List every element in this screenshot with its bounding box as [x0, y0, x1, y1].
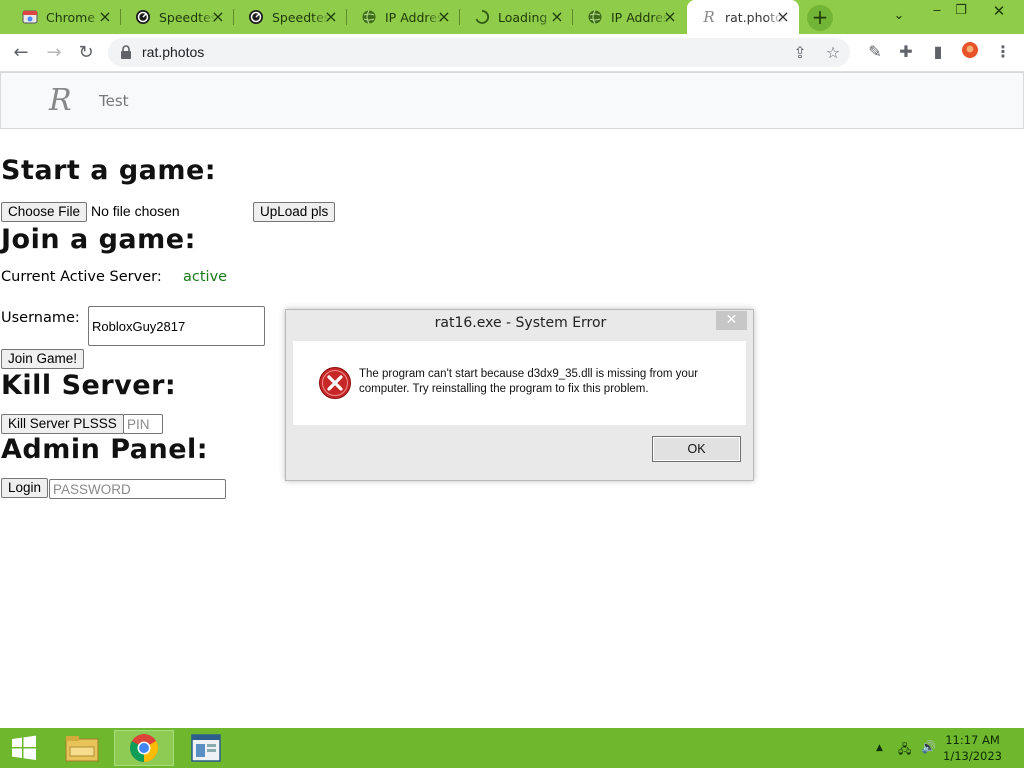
address-bar[interactable]: rat.photos ⇪ ☆: [108, 38, 850, 67]
password-input[interactable]: [49, 479, 226, 499]
kill-server-heading: Kill Server:: [1, 370, 177, 401]
dialog-title: rat16.exe - System Error: [434, 315, 607, 331]
extensions-puzzle-icon[interactable]: ✚: [895, 41, 917, 63]
speedtest-icon: [248, 9, 264, 25]
tab-loading[interactable]: Loading ×: [460, 0, 573, 34]
taskbar-chrome[interactable]: [114, 730, 174, 766]
bookmark-star-icon[interactable]: ☆: [824, 44, 842, 62]
username-input[interactable]: [88, 306, 265, 346]
system-error-dialog: rat16.exe - System Error ✕ The program c…: [285, 309, 754, 481]
tab-speedtest-1[interactable]: Speedtest ×: [121, 0, 234, 34]
share-icon[interactable]: ⇪: [791, 44, 809, 62]
clock-date: 1/13/2023: [943, 749, 1002, 763]
tab-title: Chrome: [46, 9, 96, 25]
site-logo[interactable]: R: [49, 83, 72, 118]
close-tab-icon[interactable]: ×: [436, 9, 452, 25]
username-label: Username:: [1, 310, 80, 326]
chrome-settings-icon: [22, 9, 38, 25]
start-button[interactable]: [0, 730, 48, 766]
tab-title: IP Address: [385, 9, 443, 25]
admin-panel-heading: Admin Panel:: [1, 434, 209, 465]
clock-time: 11:17 AM: [945, 733, 1000, 747]
tab-ip-address-1[interactable]: IP Address ×: [347, 0, 460, 34]
close-tab-icon[interactable]: ×: [549, 9, 565, 25]
dialog-message: The program can't start because d3dx9_35…: [359, 368, 699, 395]
server-label: Current Active Server:: [1, 269, 162, 285]
windows-logo-icon: [12, 735, 36, 760]
new-tab-button[interactable]: +: [807, 5, 833, 31]
upload-button[interactable]: UpLoad pls: [253, 202, 336, 222]
globe-icon: [361, 9, 377, 25]
forward-arrow-icon[interactable]: →: [42, 41, 66, 65]
show-hidden-icons-icon[interactable]: ▲: [876, 743, 883, 753]
close-tab-icon[interactable]: ×: [662, 9, 678, 25]
login-button[interactable]: Login: [1, 478, 49, 498]
join-game-heading: Join a game:: [1, 224, 196, 255]
globe-icon: [587, 9, 603, 25]
tab-chrome[interactable]: Chrome ×: [8, 0, 121, 34]
folder-icon: [65, 736, 99, 762]
system-clock[interactable]: 11:17 AM 1/13/2023: [943, 732, 1002, 764]
speedtest-icon: [135, 9, 151, 25]
browser-toolbar: ← → ↻ rat.photos ⇪ ☆ ✎ ✚ ▮ ⋮: [0, 34, 1024, 72]
eyedropper-icon[interactable]: ✎: [864, 41, 886, 63]
taskbar-app[interactable]: [176, 730, 236, 766]
taskbar-file-explorer[interactable]: [52, 730, 112, 766]
start-game-heading: Start a game:: [1, 155, 217, 186]
tab-title: Speedtest: [272, 9, 330, 25]
error-icon: [319, 367, 351, 399]
browser-tab-strip: Chrome × Speedtest × Speedtest × IP Addr…: [0, 0, 1024, 34]
close-window-icon[interactable]: ✕: [984, 0, 1014, 24]
profile-avatar-icon[interactable]: [959, 41, 981, 63]
site-navbar: R Test: [0, 72, 1024, 129]
close-tab-icon[interactable]: ×: [775, 9, 791, 25]
server-status-text: active: [183, 269, 228, 285]
tab-ip-address-2[interactable]: IP Address ×: [573, 0, 686, 34]
tab-search-chevron-icon[interactable]: ⌄: [884, 5, 914, 29]
tab-title: Speedtest: [159, 9, 217, 25]
dialog-body: The program can't start because d3dx9_35…: [293, 341, 746, 425]
nav-link-test[interactable]: Test: [99, 92, 129, 110]
side-panel-icon[interactable]: ▮: [927, 41, 949, 63]
ok-button[interactable]: OK: [652, 436, 741, 462]
back-arrow-icon[interactable]: ←: [9, 41, 33, 65]
lock-icon[interactable]: [120, 45, 132, 59]
reload-icon[interactable]: ↻: [74, 41, 98, 65]
chrome-menu-icon[interactable]: ⋮: [992, 41, 1014, 63]
restore-window-icon[interactable]: ❐: [946, 0, 976, 24]
url-text[interactable]: rat.photos: [142, 44, 204, 60]
windows-taskbar: ▲ 🖧 🔊 11:17 AM 1/13/2023: [0, 728, 1024, 768]
close-tab-icon[interactable]: ×: [210, 9, 226, 25]
rat-photos-favicon: R: [703, 8, 715, 26]
join-game-button[interactable]: Join Game!: [1, 349, 85, 369]
tab-rat-photos[interactable]: R rat.photos ×: [687, 0, 799, 34]
tab-speedtest-2[interactable]: Speedtest ×: [234, 0, 347, 34]
network-icon[interactable]: 🖧: [898, 740, 911, 761]
chrome-logo-icon: [130, 734, 158, 762]
choose-file-button[interactable]: Choose File: [1, 202, 88, 222]
pin-input[interactable]: [123, 414, 163, 434]
kill-server-button[interactable]: Kill Server PLSSS: [1, 414, 124, 434]
file-status-text: No file chosen: [91, 203, 180, 219]
tab-title: IP Address: [611, 9, 669, 25]
loading-spinner-icon: [474, 9, 490, 25]
volume-icon[interactable]: 🔊: [921, 740, 936, 754]
window-app-icon: [191, 734, 221, 762]
dialog-close-icon[interactable]: ✕: [716, 311, 747, 330]
tab-title: Loading: [498, 9, 548, 25]
close-tab-icon[interactable]: ×: [323, 9, 339, 25]
close-tab-icon[interactable]: ×: [97, 9, 113, 25]
